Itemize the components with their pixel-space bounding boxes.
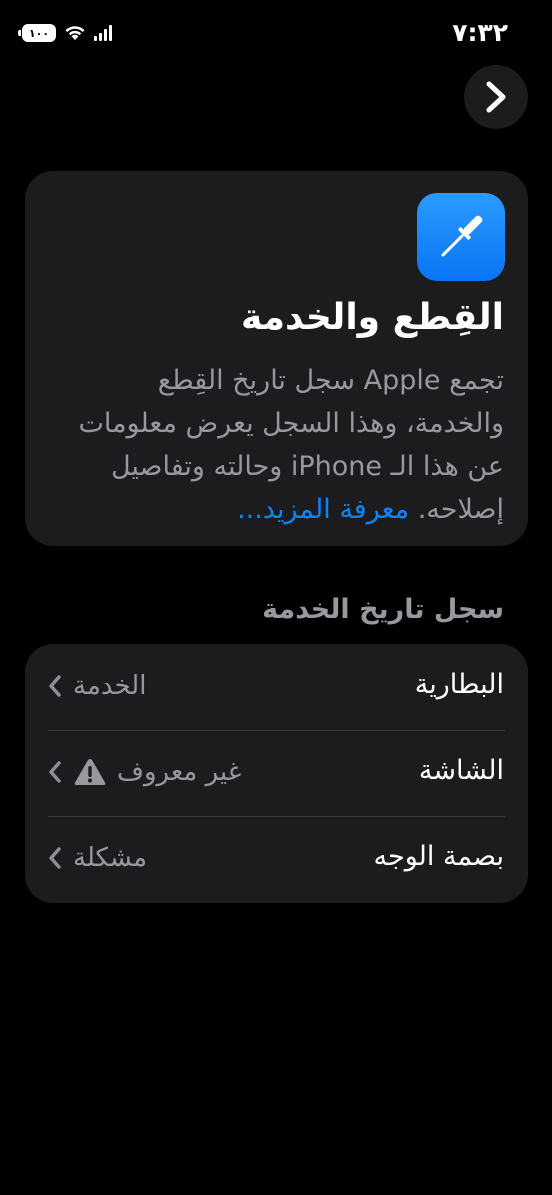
row-label: بصمة الوجه xyxy=(373,841,504,872)
row-value: الخدمة xyxy=(73,671,147,701)
row-label: الشاشة xyxy=(418,755,504,786)
parts-service-info-card: القِطع والخدمة تجمع Apple سجل تاريخ القِ… xyxy=(25,171,528,546)
row-label: البطارية xyxy=(414,669,504,700)
warning-triangle-icon xyxy=(73,757,107,787)
row-value: غير معروف xyxy=(117,757,242,787)
row-value: مشكلة xyxy=(73,843,148,873)
row-accessory: مشكلة xyxy=(47,838,147,878)
battery-icon: ١٠٠ xyxy=(18,24,56,42)
cellular-signal-icon xyxy=(94,25,112,41)
list-item-face-id[interactable]: بصمة الوجه مشكلة xyxy=(25,816,528,902)
learn-more-link[interactable]: معرفة المزيد... xyxy=(237,494,409,525)
back-button[interactable] xyxy=(464,65,528,129)
card-title: القِطع والخدمة xyxy=(240,297,504,338)
status-bar: ١٠٠ ٧:٣٢ xyxy=(0,0,552,66)
row-accessory: غير معروف xyxy=(47,752,241,792)
screwdriver-icon xyxy=(417,193,505,281)
status-time: ٧:٣٢ xyxy=(452,18,508,47)
wifi-icon xyxy=(65,26,85,40)
chevron-left-icon xyxy=(47,845,63,871)
battery-level: ١٠٠ xyxy=(28,26,50,40)
section-header: سجل تاريخ الخدمة xyxy=(262,594,504,625)
list-item-battery[interactable]: البطارية الخدمة xyxy=(25,644,528,730)
row-accessory: الخدمة xyxy=(47,666,146,706)
card-description: تجمع Apple سجل تاريخ القِطع والخدمة، وهذ… xyxy=(64,359,504,531)
service-history-list: البطارية الخدمة الشاشة غير معروف بصمة ال… xyxy=(25,644,528,903)
list-item-display[interactable]: الشاشة غير معروف xyxy=(25,730,528,816)
status-icons: ١٠٠ xyxy=(18,24,112,42)
chevron-right-icon xyxy=(486,81,506,113)
chevron-left-icon xyxy=(47,759,63,785)
chevron-left-icon xyxy=(47,673,63,699)
